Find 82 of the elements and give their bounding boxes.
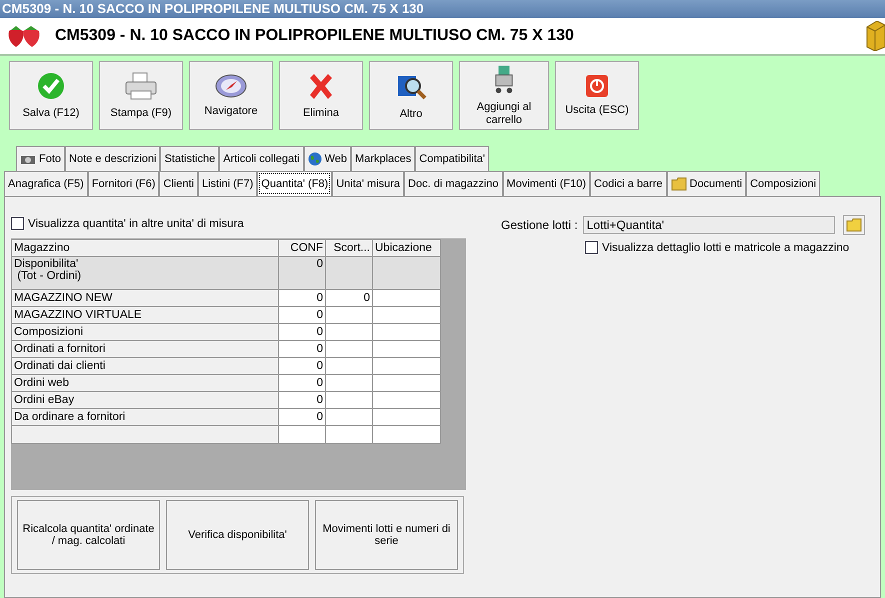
lots-field[interactable]: Lotti+Quantita' — [582, 216, 835, 234]
checkbox[interactable]: Visualizza quantita' in altre unita' di misura — [11, 217, 481, 230]
tab[interactable]: Anagrafica (F5) — [4, 171, 88, 196]
table-cell: 0 — [278, 306, 326, 324]
tab[interactable]: Composizioni — [746, 171, 820, 196]
column-header: CONF — [278, 240, 326, 256]
tab[interactable]: Markplaces — [351, 146, 416, 171]
table-cell — [326, 306, 372, 324]
browse-button[interactable] — [842, 215, 865, 235]
toolbar-button[interactable]: Aggiungi al carrello — [459, 61, 549, 130]
table-cell: 0 — [278, 358, 326, 374]
table-cell — [326, 358, 372, 374]
table-cell — [326, 340, 372, 358]
table-cell: 0 — [326, 290, 372, 306]
table-cell: 0 — [278, 324, 326, 340]
table-cell: 0 — [278, 392, 326, 408]
table-cell: 0 — [278, 340, 326, 358]
action-button[interactable]: Movimenti lotti e numeri di serie — [315, 500, 458, 570]
checkmark-icon — [36, 71, 66, 101]
toolbar-button[interactable]: Salva (F12) — [9, 61, 93, 130]
table-cell: Ordinati a fornitori — [12, 340, 278, 358]
tab[interactable]: Fornitori (F6) — [88, 171, 160, 196]
lots-label: Gestione lotti : — [501, 218, 578, 232]
tab[interactable]: Compatibilita' — [415, 146, 489, 171]
tab[interactable]: Codici a barre — [590, 171, 666, 196]
tab[interactable]: Documenti — [666, 171, 746, 196]
table-cell — [326, 392, 372, 408]
table-cell — [326, 324, 372, 340]
table-cell: Ordinati dai clienti — [12, 358, 278, 374]
box-icon — [865, 21, 885, 51]
column-header: Magazzino — [12, 240, 278, 256]
toolbar-button[interactable]: Navigatore — [189, 61, 273, 130]
tab[interactable]: Web — [304, 146, 352, 171]
power-icon — [585, 74, 609, 98]
table-cell: 0 — [278, 256, 326, 290]
tab[interactable]: Articoli collegati — [219, 146, 304, 171]
table-cell: Composizioni — [12, 324, 278, 340]
table-cell: Disponibilita' (Tot - Ordini) — [12, 256, 278, 290]
toolbar-button[interactable]: Altro — [369, 61, 453, 130]
action-button[interactable]: Ricalcola quantita' ordinate / mag. calcolati — [17, 500, 160, 570]
product-title: CM5309 - N. 10 SACCO IN POLIPROPILENE MULTIUSO CM. 75 X 130 — [55, 27, 574, 45]
checkbox[interactable]: Visualizza dettaglio lotti e matricole a magazzino — [585, 241, 880, 254]
table-cell — [372, 324, 440, 340]
tab[interactable]: Statistiche — [160, 146, 220, 171]
camera-icon — [20, 153, 36, 165]
tab[interactable]: Movimenti (F10) — [502, 171, 590, 196]
toolbar-button[interactable]: Uscita (ESC) — [555, 61, 639, 130]
table-cell — [372, 358, 440, 374]
globe-icon — [308, 152, 322, 166]
table-cell — [372, 340, 440, 358]
folder-icon — [846, 218, 862, 232]
table-cell — [372, 290, 440, 306]
tab[interactable]: Clienti — [159, 171, 198, 196]
table-cell: MAGAZZINO VIRTUALE — [12, 306, 278, 324]
table-cell: MAGAZZINO NEW — [12, 290, 278, 306]
compass-icon — [214, 73, 248, 99]
table-cell: Ordini eBay — [12, 392, 278, 408]
tab[interactable]: Doc. di magazzino — [404, 171, 503, 196]
table-cell — [326, 374, 372, 392]
table-cell — [326, 256, 372, 290]
column-header: Ubicazione — [372, 240, 440, 256]
table-cell — [372, 392, 440, 408]
action-button[interactable]: Verifica disponibilita' — [166, 500, 309, 570]
toolbar-button[interactable]: Stampa (F9) — [99, 61, 183, 130]
printer-icon — [124, 71, 158, 101]
table-cell: 0 — [278, 408, 326, 426]
folder-icon — [670, 177, 686, 191]
table-cell: 0 — [278, 374, 326, 392]
toolbar-button[interactable]: Elimina — [279, 61, 363, 130]
table-cell — [372, 256, 440, 290]
table-cell: Da ordinare a fornitori — [12, 408, 278, 426]
column-header: Scort... — [326, 240, 372, 256]
table-cell — [372, 306, 440, 324]
tab[interactable]: Foto — [16, 146, 66, 171]
table-cell: 0 — [278, 290, 326, 306]
tab[interactable]: Listini (F7) — [198, 171, 258, 196]
tab[interactable]: Note e descrizioni — [65, 146, 160, 171]
tab[interactable]: Quantita' (F8) — [257, 171, 332, 196]
table-cell: Ordini web — [12, 374, 278, 392]
tab[interactable]: Unita' misura — [332, 171, 404, 196]
window-title: CM5309 - N. 10 SACCO IN POLIPROPILENE MULTIUSO CM. 75 X 130 — [2, 1, 424, 16]
table-cell — [372, 374, 440, 392]
